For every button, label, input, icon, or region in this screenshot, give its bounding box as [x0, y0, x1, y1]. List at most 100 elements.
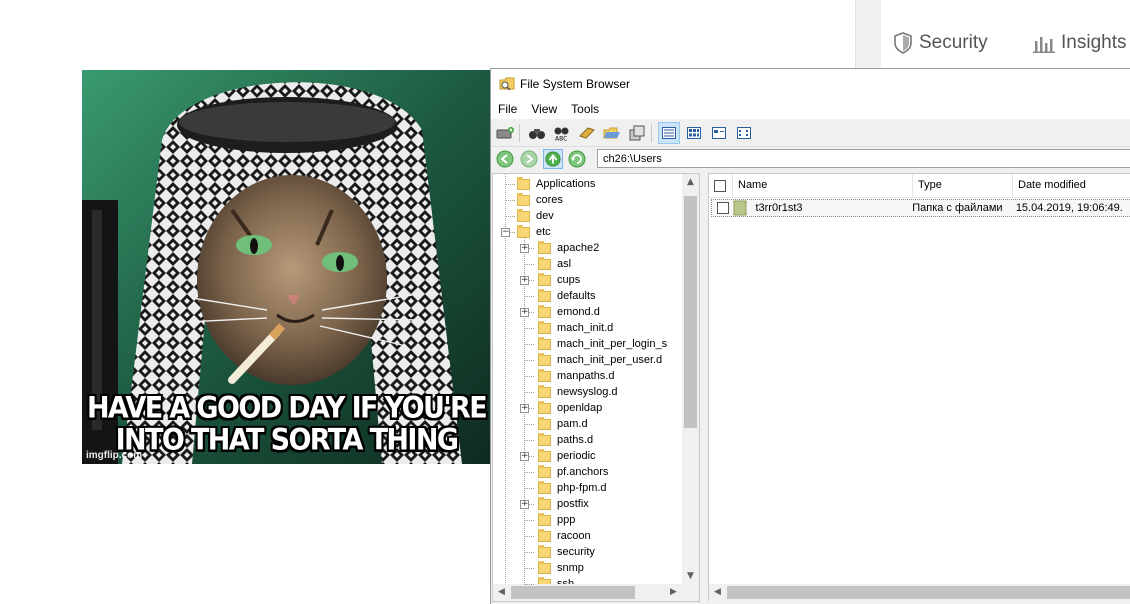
expand-icon[interactable]: + [520, 244, 529, 253]
tree-item-label: snmp [557, 562, 584, 574]
back-button[interactable] [495, 149, 515, 169]
tree-item[interactable]: pam.d [538, 416, 588, 432]
folder-icon [538, 464, 551, 478]
address-field[interactable]: ch26:\Users [597, 149, 1130, 168]
rename-button[interactable] [576, 122, 598, 144]
tree-item[interactable]: snmp [538, 560, 584, 576]
file-list[interactable]: Name Type Date modified t3rr0r1st3 Папка… [708, 173, 1130, 601]
tree-item[interactable]: emond.d [538, 304, 600, 320]
details-view-button[interactable] [658, 122, 680, 144]
tree-hscroll-thumb[interactable] [511, 586, 635, 599]
refresh-button[interactable] [567, 149, 587, 169]
toolbar: ABC [491, 120, 1130, 147]
tree-item[interactable]: asl [538, 256, 571, 272]
tree-connector [524, 552, 534, 553]
tree-item[interactable]: php-fpm.d [538, 480, 607, 496]
find-button[interactable] [526, 122, 548, 144]
tree-item-label: ppp [557, 514, 576, 526]
folder-search-icon [499, 77, 515, 91]
toolbar-separator [519, 124, 520, 142]
tree-item-label: paths.d [557, 434, 594, 446]
tree-item[interactable]: openldap [538, 400, 602, 416]
folder-icon [538, 240, 551, 254]
tree-item[interactable]: cores [517, 192, 563, 208]
scroll-left-icon[interactable]: ◀ [709, 584, 726, 601]
tree-item[interactable]: defaults [538, 288, 596, 304]
expand-icon[interactable]: + [520, 404, 529, 413]
add-drive-icon [496, 127, 514, 139]
tree-item[interactable]: dev [517, 208, 554, 224]
expand-icon[interactable]: + [520, 308, 529, 317]
large-icons-view-button[interactable] [683, 122, 705, 144]
security-tab[interactable]: Security [893, 30, 988, 56]
meme-caption-line2: INTO THAT SORTA THING [115, 423, 459, 458]
forward-button[interactable] [519, 149, 539, 169]
tree-item[interactable]: mach_init_per_user.d [538, 352, 662, 368]
tree-item[interactable]: newsyslog.d [538, 384, 618, 400]
tree-item[interactable]: periodic [538, 448, 596, 464]
expand-icon[interactable]: + [520, 452, 529, 461]
open-folder-button[interactable] [601, 122, 623, 144]
up-button[interactable] [543, 149, 563, 169]
scroll-right-icon[interactable]: ▶ [665, 584, 682, 601]
list-hscroll-thumb[interactable] [727, 586, 1130, 599]
column-name[interactable]: Name [733, 174, 913, 197]
add-drive-button[interactable] [494, 122, 516, 144]
list-horizontal-scrollbar[interactable]: ◀ [709, 584, 1130, 601]
forward-icon [520, 150, 538, 168]
title-bar[interactable]: File System Browser [491, 69, 1130, 99]
collapse-icon[interactable]: − [501, 228, 510, 237]
scroll-up-icon[interactable]: ▲ [682, 174, 699, 191]
scroll-left-icon[interactable]: ◀ [493, 584, 510, 601]
find-text-button[interactable]: ABC [551, 122, 573, 144]
tree-connector [524, 568, 534, 569]
tree-item[interactable]: postfix [538, 496, 589, 512]
tree-item[interactable]: cups [538, 272, 580, 288]
shield-icon [894, 32, 912, 54]
tree-item[interactable]: mach_init_per_login_s [538, 336, 667, 352]
column-date-modified[interactable]: Date modified [1013, 174, 1130, 197]
scroll-down-icon[interactable]: ▼ [682, 568, 699, 585]
browser-divider [855, 0, 883, 70]
tree-item-label: dev [536, 210, 554, 222]
list-view-button[interactable] [708, 122, 730, 144]
folder-icon [538, 560, 551, 574]
tree-item[interactable]: mach_init.d [538, 320, 613, 336]
menu-tools[interactable]: Tools [564, 102, 606, 116]
row-checkbox-cell [712, 202, 733, 214]
tree-item[interactable]: Applications [517, 176, 595, 192]
small-icons-view-button[interactable] [733, 122, 755, 144]
tree-item[interactable]: ppp [538, 512, 575, 528]
row-type: Папка с файлами [912, 202, 1003, 214]
tree-item-label: manpaths.d [557, 370, 615, 382]
folder-icon [538, 432, 551, 446]
tree-item[interactable]: paths.d [538, 432, 593, 448]
expand-icon[interactable]: + [520, 500, 529, 509]
tree-connector [524, 264, 534, 265]
expand-icon[interactable]: + [520, 276, 529, 285]
tree-item[interactable]: manpaths.d [538, 368, 614, 384]
row-checkbox[interactable] [716, 202, 729, 214]
copy-button[interactable] [626, 122, 648, 144]
tree-item[interactable]: apache2 [538, 240, 599, 256]
column-type[interactable]: Type [913, 174, 1013, 197]
background-tab-bar: Security Insights [881, 0, 1130, 70]
select-all-checkbox[interactable] [714, 179, 726, 192]
tree-vertical-scrollbar[interactable]: ▲ ▼ [682, 174, 699, 585]
table-row[interactable]: t3rr0r1st3 Папка с файлами 15.04.2019, 1… [711, 199, 1130, 217]
window-title: File System Browser [520, 77, 631, 91]
tree-item-label: mach_init_per_user.d [557, 354, 663, 366]
menu-view[interactable]: View [524, 102, 564, 116]
folder-icon [538, 496, 551, 510]
tree-item[interactable]: racoon [538, 528, 591, 544]
insights-tab[interactable]: Insights [1033, 30, 1126, 56]
tree-scroll-thumb[interactable] [684, 196, 697, 428]
tree-item[interactable]: etc [517, 224, 551, 240]
folder-tree[interactable]: Applications cores dev etc apache2 asl cups def… [492, 173, 700, 602]
tree-horizontal-scrollbar[interactable]: ◀ ▶ [493, 584, 699, 601]
folder-icon [538, 368, 551, 382]
tree-item[interactable]: security [538, 544, 595, 560]
tree-connector [524, 472, 534, 473]
tree-item[interactable]: pf.anchors [538, 464, 608, 480]
menu-file[interactable]: File [491, 102, 524, 116]
